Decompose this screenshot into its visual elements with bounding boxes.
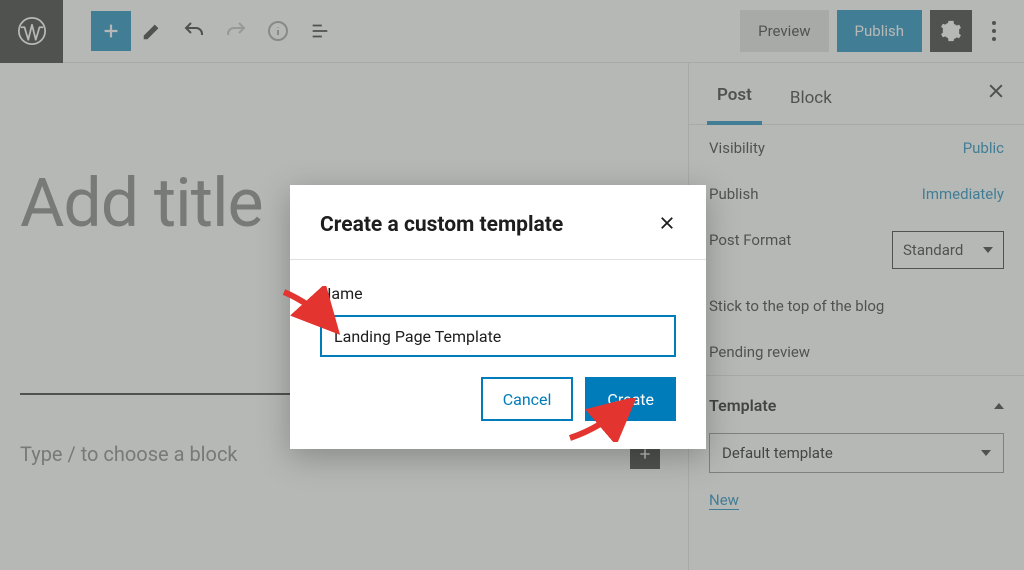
create-template-modal: Create a custom template Name Cancel Cre… [290,185,706,449]
cancel-button[interactable]: Cancel [481,377,574,421]
modal-title: Create a custom template [320,213,563,237]
name-field-label: Name [320,284,676,303]
modal-close-icon[interactable] [658,213,676,237]
template-name-input[interactable] [320,315,676,357]
create-button[interactable]: Create [585,377,676,421]
